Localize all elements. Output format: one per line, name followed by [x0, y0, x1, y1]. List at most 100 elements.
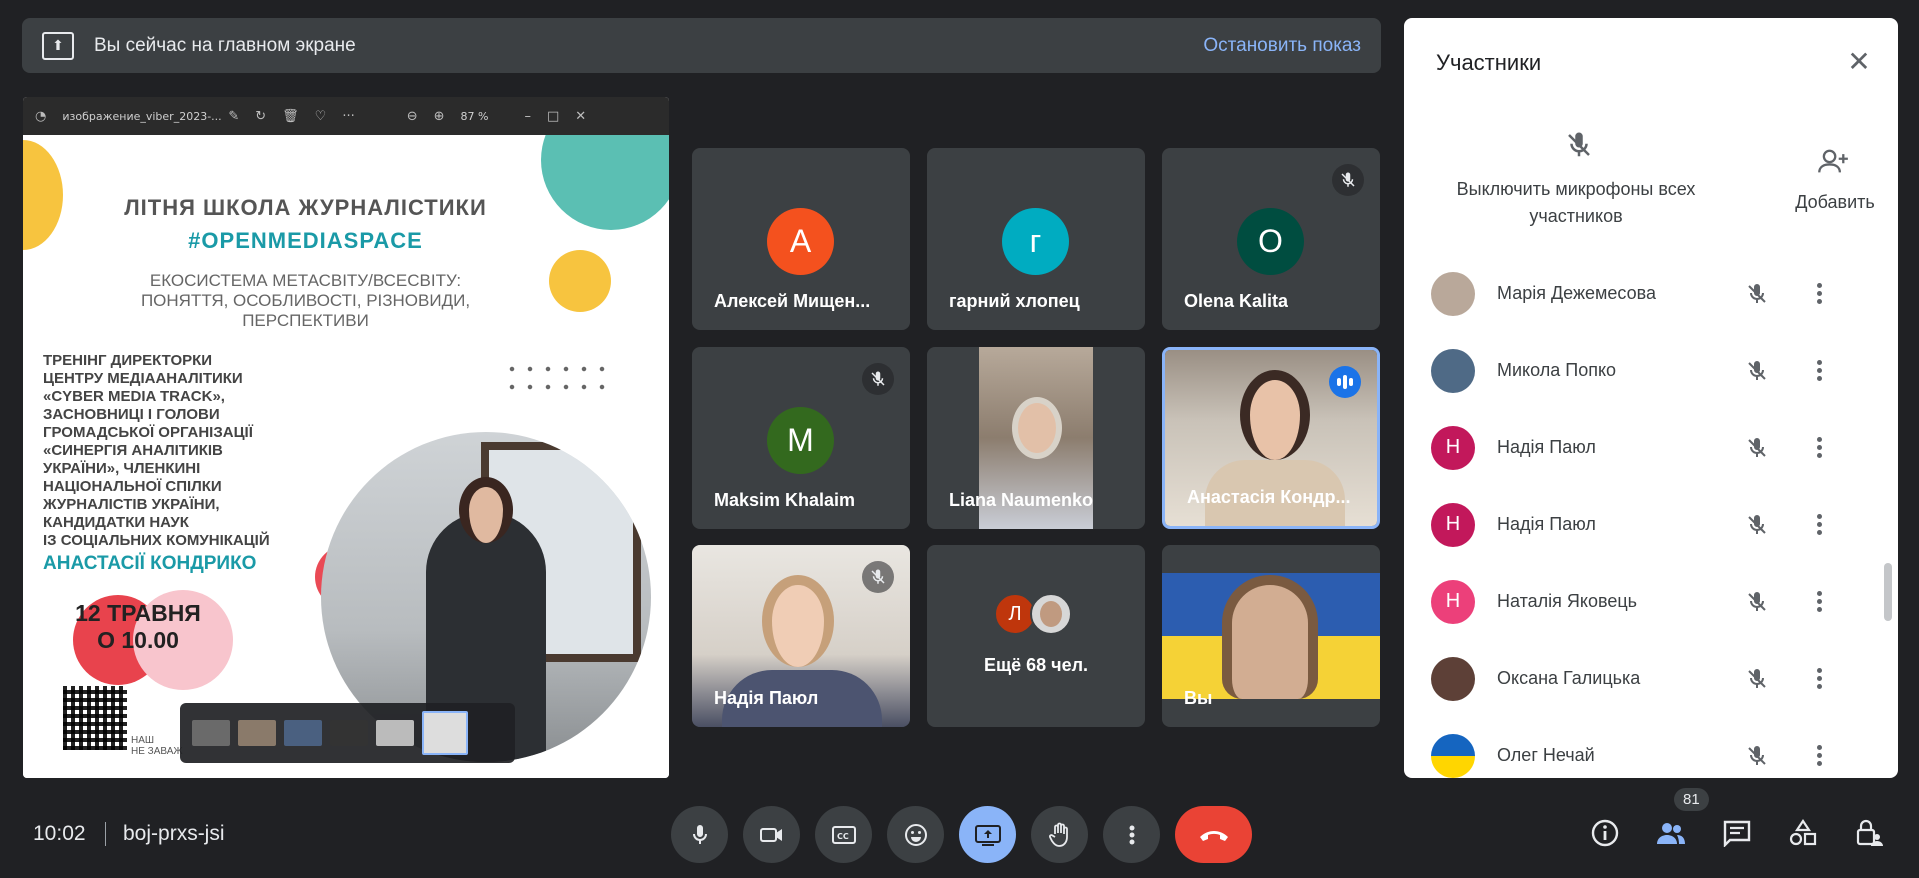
mic-off-icon[interactable]	[1742, 590, 1772, 614]
poster-body-line: ГРОМАДСЬКОЇ ОРГАНІЗАЦІЇ	[43, 424, 253, 441]
clock: 10:02	[33, 822, 86, 845]
captions-icon: CC	[831, 825, 856, 844]
avatar: А	[767, 208, 834, 275]
panel-scrollbar[interactable]	[1884, 563, 1892, 621]
poster-body-line: КАНДИДАТКИ НАУК	[43, 514, 189, 531]
zoom-level: 87 %	[460, 109, 489, 123]
present-screen-button[interactable]	[959, 806, 1016, 863]
close-icon[interactable]: ✕	[1844, 46, 1874, 77]
mic-off-icon[interactable]	[1742, 667, 1772, 691]
poster-body-line: ЦЕНТРУ МЕДІААНАЛІТИКИ	[43, 370, 243, 387]
participants-button[interactable]	[1649, 811, 1693, 855]
tile-name: Алексей Мищен...	[714, 291, 871, 311]
more-participants-tile[interactable]: Л Ещё 68 чел.	[927, 545, 1145, 727]
poster-body-line: ТРЕНІНГ ДИРЕКТОРКИ	[43, 352, 213, 369]
more-options-icon[interactable]	[1809, 360, 1829, 381]
mic-off-icon[interactable]	[1742, 282, 1772, 306]
more-options-button[interactable]	[1103, 806, 1160, 863]
mic-off-icon[interactable]	[1742, 359, 1772, 383]
poster-body-line: ЗАСНОВНИЦІ І ГОЛОВИ	[43, 406, 220, 423]
microphone-button[interactable]	[671, 806, 728, 863]
more-options-icon[interactable]	[1809, 437, 1829, 458]
leave-call-button[interactable]	[1175, 806, 1252, 863]
avatar: Н	[1431, 502, 1475, 547]
raise-hand-button[interactable]	[1031, 806, 1088, 863]
poster-body-line: «CYBER MEDIA TRACK»,	[43, 388, 225, 405]
more-vert-icon	[1129, 825, 1134, 844]
participant-row[interactable]: Оксана Галицька	[1404, 640, 1898, 717]
participant-tile[interactable]: А Алексей Мищен...	[692, 148, 910, 330]
poster-image: ЛІТНЯ ШКОЛА ЖУРНАЛІСТИКИ #OPENMEDIASPACE…	[23, 135, 669, 778]
video-face	[1240, 370, 1310, 460]
stop-presenting-button[interactable]: Остановить показ	[1203, 35, 1361, 57]
maximize-icon: □	[547, 108, 560, 124]
thumbnail	[376, 720, 414, 746]
rotate-icon: ↻	[255, 108, 267, 124]
participant-name: Наталія Яковець	[1497, 591, 1638, 611]
more-options-icon[interactable]	[1809, 591, 1829, 612]
avatar: M	[767, 407, 834, 474]
thumbnail-selected	[422, 711, 468, 755]
image-viewer-toolbar: ◔ изображение_viber_2023-... ✎ ↻ 🗑 ♡ ···…	[23, 97, 669, 135]
participant-row[interactable]: Олег Нечай	[1404, 717, 1898, 778]
meeting-details-button[interactable]	[1583, 811, 1627, 855]
tile-name: Maksim Khalaim	[714, 490, 856, 510]
shapes-icon	[1789, 819, 1817, 846]
viewer-filename: изображение_viber_2023-...	[62, 109, 222, 123]
more-options-icon[interactable]	[1809, 745, 1829, 766]
participant-name: Микола Попко	[1497, 360, 1617, 380]
zoom-out-icon: ⊖	[406, 108, 418, 124]
mute-all-button[interactable]: Выключить микрофоны всех участников	[1446, 176, 1706, 230]
more-icon: ···	[342, 108, 355, 124]
participant-row[interactable]: Марія Дежемесова	[1404, 255, 1898, 332]
viewer-thumbnail-strip	[180, 703, 515, 763]
mic-off-icon[interactable]	[1742, 744, 1772, 768]
participant-tile[interactable]: M Maksim Khalaim	[692, 347, 910, 529]
participant-row[interactable]: Н Надія Паюл	[1404, 486, 1898, 563]
lock-person-icon	[1856, 819, 1883, 846]
people-icon	[1657, 823, 1685, 844]
mic-icon	[692, 824, 707, 844]
close-window-icon: ✕	[575, 108, 587, 124]
poster-body: ТРЕНІНГ ДИРЕКТОРКИ ЦЕНТРУ МЕДІААНАЛІТИКИ…	[43, 352, 313, 550]
more-options-icon[interactable]	[1809, 283, 1829, 304]
participant-row[interactable]: Н Надія Паюл	[1404, 409, 1898, 486]
activities-button[interactable]	[1781, 811, 1825, 855]
meeting-code: boj-prxs-jsi	[123, 822, 225, 845]
add-participant-button[interactable]: Добавить	[1780, 192, 1890, 213]
participant-tile[interactable]: Надія Паюл	[692, 545, 910, 727]
avatar-photo	[1030, 593, 1072, 635]
participant-tile[interactable]: г гарний хлопец	[927, 148, 1145, 330]
participant-tile[interactable]: O Olena Kalita	[1162, 148, 1380, 330]
participant-tile[interactable]: Liana Naumenko	[927, 347, 1145, 529]
participant-row[interactable]: Н Наталія Яковець	[1404, 563, 1898, 640]
avatar	[1431, 733, 1475, 778]
present-screen-icon: ⬆	[42, 31, 74, 60]
participant-tile-speaking[interactable]: Анастасія Кондр...	[1162, 347, 1380, 529]
more-options-icon[interactable]	[1809, 668, 1829, 689]
participant-row[interactable]: Микола Попко	[1404, 332, 1898, 409]
more-options-icon[interactable]	[1809, 514, 1829, 535]
host-controls-button[interactable]	[1847, 811, 1891, 855]
speaking-indicator-icon	[1329, 366, 1361, 398]
poster-body-line: ІЗ СОЦІАЛЬНИХ КОМУНІКАЦІЙ	[43, 532, 270, 549]
poster-subtitle-line: ПОНЯТТЯ, ОСОБЛИВОСТІ, РІЗНОВИДИ,	[140, 291, 471, 310]
more-avatars: Л	[927, 593, 1145, 635]
edit-icon: ✎	[228, 108, 240, 124]
captions-button[interactable]: CC	[815, 806, 872, 863]
avatar: г	[1002, 208, 1069, 275]
participant-name: Марія Дежемесова	[1497, 283, 1656, 303]
mic-off-icon[interactable]	[1742, 513, 1772, 537]
mic-off-icon[interactable]	[1742, 436, 1772, 460]
presented-screen: ◔ изображение_viber_2023-... ✎ ↻ 🗑 ♡ ···…	[23, 97, 669, 778]
viewer-app-icon: ◔	[35, 108, 47, 124]
chat-button[interactable]	[1715, 811, 1759, 855]
emoji-button[interactable]	[887, 806, 944, 863]
mic-off-icon	[862, 363, 894, 395]
present-icon	[974, 824, 1001, 846]
camera-button[interactable]	[743, 806, 800, 863]
participant-name: Олег Нечай	[1497, 745, 1595, 765]
emoji-icon	[904, 823, 927, 846]
self-tile[interactable]: Вы	[1162, 545, 1380, 727]
avatar: O	[1237, 208, 1304, 275]
